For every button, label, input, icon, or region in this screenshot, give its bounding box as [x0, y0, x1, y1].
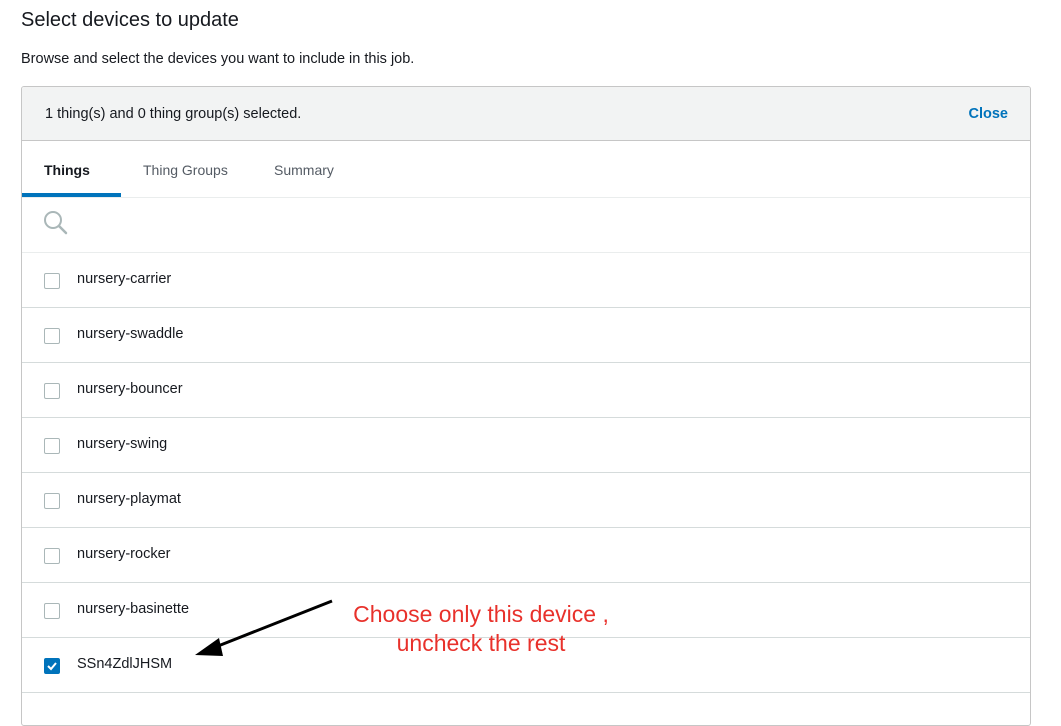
page-title: Select devices to update — [21, 9, 239, 31]
tab-things[interactable]: Things — [44, 141, 90, 197]
thing-name: nursery-basinette — [77, 601, 190, 617]
active-tab-indicator — [22, 193, 121, 197]
list-item[interactable]: nursery-bouncer — [22, 363, 1030, 418]
list-item[interactable]: nursery-playmat — [22, 473, 1030, 528]
annotation-arrow — [195, 599, 333, 656]
thing-name: SSn4ZdlJHSM — [77, 656, 173, 672]
selection-summary-bar: 1 thing(s) and 0 thing group(s) selected… — [22, 87, 1030, 141]
close-link[interactable]: Close — [969, 106, 1009, 122]
list-item[interactable]: nursery-swing — [22, 418, 1030, 473]
checkbox[interactable] — [44, 438, 60, 454]
checkbox[interactable] — [44, 273, 60, 289]
checkbox-checked[interactable] — [44, 658, 60, 674]
search-input[interactable] — [22, 198, 1030, 253]
thing-name: nursery-swing — [77, 436, 168, 452]
checkbox[interactable] — [44, 603, 60, 619]
page-subtitle: Browse and select the devices you want t… — [21, 51, 415, 67]
annotation-line-1: Choose only this device , — [353, 601, 609, 627]
list-item[interactable]: nursery-swaddle — [22, 308, 1030, 363]
search-icon — [43, 210, 69, 236]
thing-name: nursery-bouncer — [77, 381, 183, 397]
list-item[interactable]: nursery-rocker — [22, 528, 1030, 583]
check-icon — [47, 662, 57, 671]
list-item[interactable]: nursery-carrier — [22, 253, 1030, 308]
checkbox[interactable] — [44, 548, 60, 564]
annotation-note: Choose only this device , uncheck the re… — [340, 600, 622, 658]
thing-name: nursery-carrier — [77, 271, 172, 287]
tab-bar: Things Thing Groups Summary — [22, 141, 1030, 198]
checkbox[interactable] — [44, 328, 60, 344]
thing-name: nursery-rocker — [77, 546, 171, 562]
checkbox[interactable] — [44, 493, 60, 509]
selection-summary-text: 1 thing(s) and 0 thing group(s) selected… — [45, 105, 302, 122]
tab-thing-groups[interactable]: Thing Groups — [143, 141, 228, 197]
thing-name: nursery-swaddle — [77, 326, 184, 342]
tab-summary[interactable]: Summary — [274, 141, 334, 197]
thing-name: nursery-playmat — [77, 491, 181, 507]
checkbox[interactable] — [44, 383, 60, 399]
annotation-line-2: uncheck the rest — [396, 630, 566, 656]
